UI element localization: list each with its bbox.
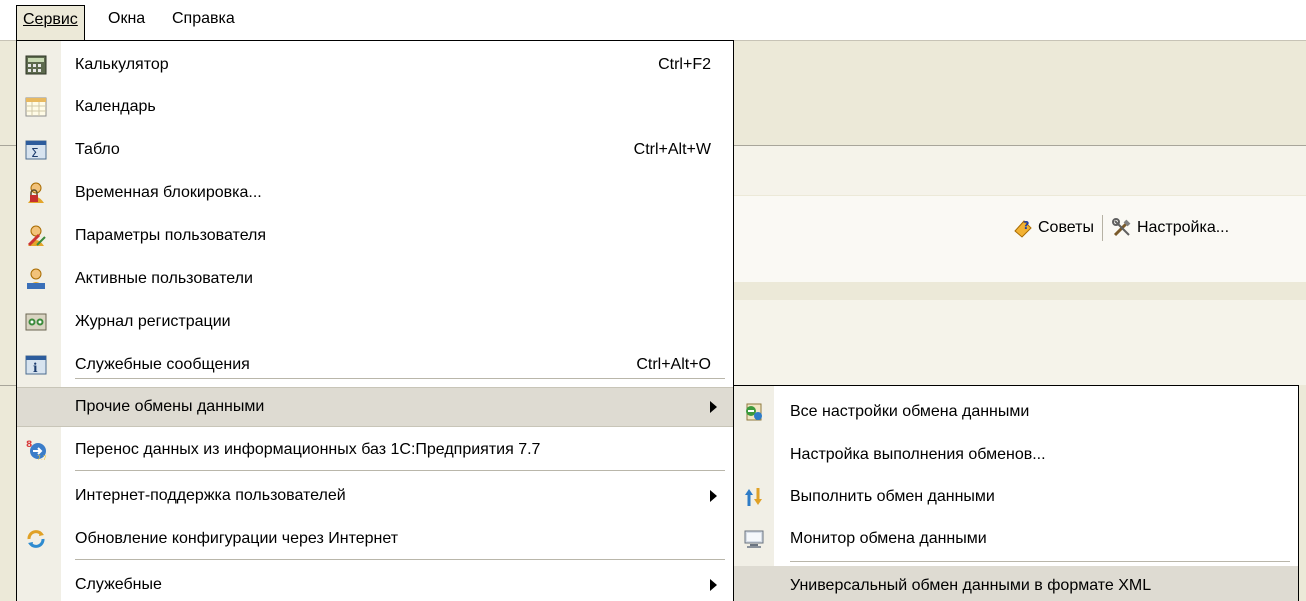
background-divider-3	[0, 385, 16, 386]
submenu-separator	[790, 561, 1290, 562]
submenu-arrow-icon	[710, 401, 717, 413]
menu-help[interactable]: Справка	[166, 5, 241, 33]
log-icon	[23, 309, 49, 335]
svg-text:8: 8	[26, 440, 32, 450]
exchange-settings-icon	[742, 400, 766, 424]
menu-windows-label: Окна	[108, 10, 146, 27]
menu-item-label: Табло	[75, 141, 120, 158]
menu-item-shortcut: Ctrl+F2	[658, 56, 711, 73]
background-toolbar-buttons: ? Советы Настройка...	[1012, 212, 1229, 244]
svg-text:Σ: Σ	[31, 146, 39, 160]
submenu-item-label: Выполнить обмен данными	[790, 488, 995, 505]
menu-windows[interactable]: Окна	[102, 5, 151, 33]
user-settings-icon	[23, 223, 49, 249]
submenu-item-all-exchange-settings[interactable]: Все настройки обмена данными	[734, 392, 1298, 432]
menu-item-other-exchanges[interactable]: Прочие обмены данными	[17, 387, 733, 427]
menu-separator	[75, 470, 725, 471]
menu-item-label: Временная блокировка...	[75, 184, 262, 201]
exchange-submenu: Все настройки обмена данными Настройка в…	[733, 385, 1299, 601]
menu-item-label: Календарь	[75, 98, 156, 115]
tips-button[interactable]: Советы	[1038, 219, 1094, 237]
menu-separator	[75, 378, 725, 379]
menu-item-label: Активные пользователи	[75, 270, 253, 287]
submenu-arrow-icon	[710, 579, 717, 591]
menu-item-calculator[interactable]: Калькулятор Ctrl+F2	[17, 45, 733, 85]
tools-icon	[1111, 217, 1133, 239]
svg-text:7.7: 7.7	[37, 455, 47, 461]
submenu-arrow-icon	[710, 490, 717, 502]
menu-item-update-config[interactable]: Обновление конфигурации через Интернет	[17, 519, 733, 559]
tips-icon: ?	[1012, 217, 1034, 239]
submenu-item-exchange-monitor[interactable]: Монитор обмена данными	[734, 519, 1298, 559]
menu-item-transfer-77[interactable]: 8 7.7 Перенос данных из информационных ба…	[17, 430, 733, 470]
svg-text:?: ?	[1023, 219, 1029, 232]
menu-item-label: Интернет-поддержка пользователей	[75, 487, 346, 504]
menu-service[interactable]: Сервис	[16, 5, 85, 40]
menu-item-label: Параметры пользователя	[75, 227, 267, 244]
menu-item-label: Прочие обмены данными	[75, 398, 265, 415]
data-transfer-77-icon: 8 7.7	[23, 437, 49, 463]
submenu-item-universal-xml-exchange[interactable]: Универсальный обмен данными в формате XM…	[734, 566, 1298, 601]
settings-button[interactable]: Настройка...	[1137, 219, 1229, 237]
menu-bar: Сервис Окна Справка	[0, 0, 1306, 41]
calculator-icon	[23, 52, 49, 78]
svg-text:i: i	[33, 361, 38, 375]
run-exchange-icon	[742, 485, 766, 509]
background-panel-top	[734, 145, 1306, 195]
menu-service-label: Сервис	[23, 11, 78, 28]
toolbar-separator	[1101, 215, 1103, 241]
menu-item-internet-support[interactable]: Интернет-поддержка пользователей	[17, 476, 733, 516]
menu-item-shortcut: Ctrl+Alt+O	[636, 356, 711, 373]
submenu-item-exchange-schedule[interactable]: Настройка выполнения обменов...	[734, 435, 1298, 475]
menu-item-label: Служебные	[75, 576, 162, 593]
submenu-item-label: Универсальный обмен данными в формате XM…	[790, 577, 1152, 594]
menu-item-label: Служебные сообщения	[75, 356, 250, 373]
menu-item-label: Обновление конфигурации через Интернет	[75, 530, 399, 547]
info-messages-icon: i	[23, 352, 49, 378]
user-lock-icon	[23, 180, 49, 206]
menu-item-label: Журнал регистрации	[75, 313, 231, 330]
menu-item-calendar[interactable]: Календарь	[17, 87, 733, 127]
menu-item-service[interactable]: Служебные	[17, 565, 733, 601]
menu-item-service-messages[interactable]: i Служебные сообщения Ctrl+Alt+O	[17, 345, 733, 385]
menu-item-label: Калькулятор	[75, 56, 169, 73]
menu-item-shortcut: Ctrl+Alt+W	[633, 141, 711, 158]
active-users-icon	[23, 266, 49, 292]
background-content	[734, 300, 1306, 385]
menu-item-user-settings[interactable]: Параметры пользователя	[17, 216, 733, 256]
background-divider-2	[0, 145, 16, 146]
menu-separator	[75, 559, 725, 560]
update-icon	[23, 526, 49, 552]
menu-item-label: Перенос данных из информационных баз 1С:…	[75, 441, 541, 458]
menu-item-event-log[interactable]: Журнал регистрации	[17, 302, 733, 342]
menu-item-board[interactable]: Σ Табло Ctrl+Alt+W	[17, 130, 733, 170]
submenu-item-run-exchange[interactable]: Выполнить обмен данными	[734, 477, 1298, 517]
calendar-icon	[23, 94, 49, 120]
background-divider	[734, 145, 1306, 146]
submenu-item-label: Монитор обмена данными	[790, 530, 987, 547]
sum-board-icon: Σ	[23, 137, 49, 163]
monitor-icon	[742, 527, 766, 551]
service-menu: Калькулятор Ctrl+F2 Календарь Σ Табло Ct…	[16, 40, 734, 601]
menu-item-temporary-lock[interactable]: Временная блокировка...	[17, 173, 733, 213]
submenu-item-label: Настройка выполнения обменов...	[790, 446, 1046, 463]
menu-item-active-users[interactable]: Активные пользователи	[17, 259, 733, 299]
submenu-item-label: Все настройки обмена данными	[790, 403, 1030, 420]
menu-help-label: Справка	[172, 10, 235, 27]
